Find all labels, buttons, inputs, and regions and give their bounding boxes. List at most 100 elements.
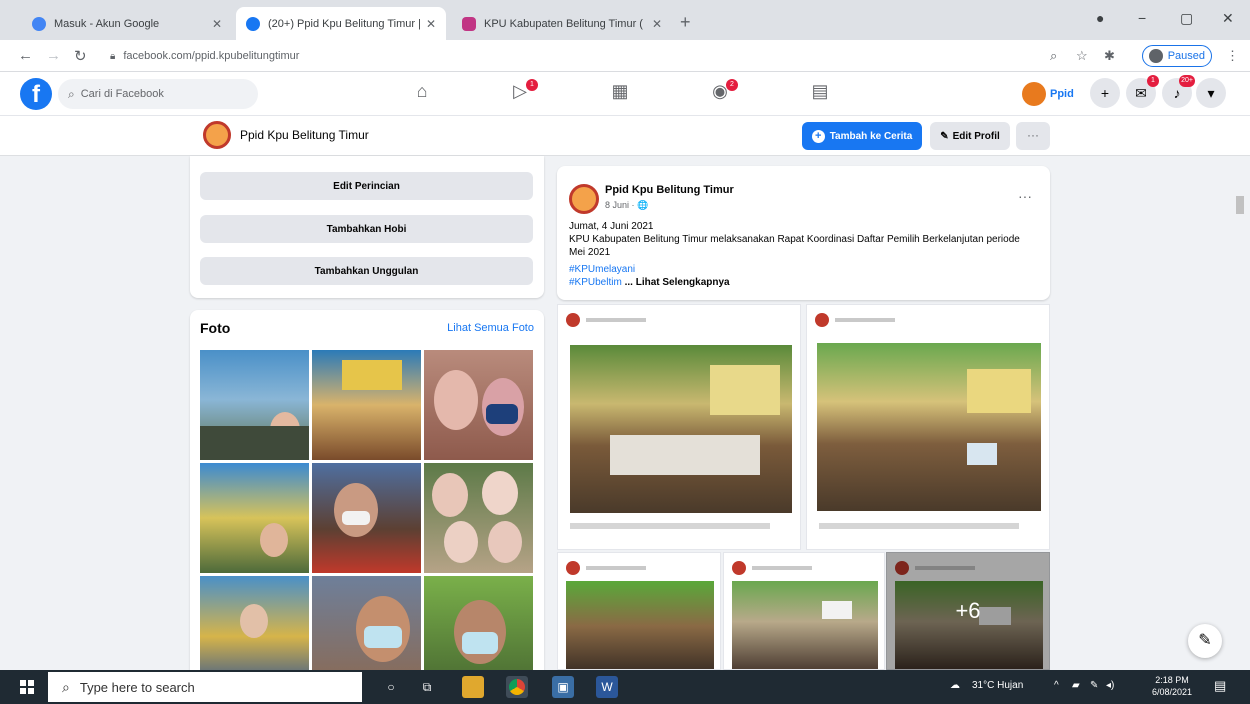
hashtag-link[interactable]: #KPUbeltim	[569, 277, 622, 288]
add-hobbies-button[interactable]: Tambahkan Hobi	[200, 215, 533, 243]
forward-arrow-icon[interactable]: →	[46, 47, 61, 64]
photos-card: Foto Lihat Semua Foto	[190, 310, 544, 686]
edit-profile-button[interactable]: ✎ Edit Profil	[930, 122, 1010, 150]
instagram-favicon-icon	[462, 16, 476, 31]
bookmark-star-icon[interactable]: ☆	[1076, 48, 1088, 64]
photo-thumbnail[interactable]	[312, 350, 421, 460]
close-window-button[interactable]: ✕	[1222, 10, 1234, 27]
new-message-compose-icon[interactable]: ✎	[1188, 624, 1222, 658]
edit-details-button[interactable]: Edit Perincian	[200, 172, 533, 200]
kpu-logo-icon	[732, 561, 746, 575]
reload-icon[interactable]: ↻	[74, 47, 87, 65]
post-author-name[interactable]: Ppid Kpu Belitung Timur	[605, 184, 734, 196]
photos-heading: Foto	[200, 320, 231, 336]
profile-paused-chip[interactable]: Paused	[1142, 45, 1212, 67]
page-name[interactable]: Ppid Kpu Belitung Timur	[240, 128, 369, 142]
extensions-puzzle-icon[interactable]: ✱	[1104, 48, 1115, 64]
chrome-account-icon[interactable]: ●	[1096, 10, 1104, 26]
messenger-button[interactable]: ✉ 1	[1126, 75, 1159, 108]
clock[interactable]: 2:18 PM 6/08/2021	[1140, 674, 1204, 698]
more-photos-overlay[interactable]: +6	[886, 552, 1050, 670]
cortana-circle-icon[interactable]: ○	[380, 676, 402, 698]
tab-title: Masuk - Akun Google	[54, 17, 160, 30]
maximize-button[interactable]: ▢	[1180, 10, 1193, 27]
post-options-icon[interactable]: ···	[1018, 188, 1032, 204]
photos-app-icon[interactable]: ▣	[552, 676, 574, 698]
file-explorer-icon[interactable]	[462, 676, 484, 698]
photo-thumbnail[interactable]	[200, 350, 309, 460]
new-tab-button[interactable]: +	[680, 12, 691, 33]
groups-nav-icon[interactable]: ◉ 2	[706, 79, 738, 107]
taskbar-search-input[interactable]: ⌕ Type here to search	[48, 672, 362, 702]
post-body: Jumat, 4 Juni 2021 KPU Kabupaten Belitun…	[569, 220, 1024, 289]
facebook-logo-icon[interactable]: f	[20, 78, 52, 110]
see-more-link[interactable]: ... Lihat Selengkapnya	[625, 277, 730, 288]
post-photo[interactable]	[723, 552, 885, 670]
watch-nav-icon[interactable]: ▷ 1	[506, 79, 538, 107]
facebook-favicon-icon	[246, 16, 260, 31]
marketplace-nav-icon[interactable]: ▦	[606, 81, 634, 107]
google-favicon-icon	[32, 16, 46, 31]
browser-tab-google[interactable]: Masuk - Akun Google ✕	[22, 7, 232, 40]
see-all-photos-link[interactable]: Lihat Semua Foto	[447, 322, 534, 334]
gaming-nav-icon[interactable]: ▤	[806, 81, 834, 107]
photo-thumbnail[interactable]	[424, 350, 533, 460]
add-to-story-button[interactable]: + Tambah ke Cerita	[802, 122, 922, 150]
volume-icon[interactable]: ◂)	[1106, 680, 1114, 691]
messenger-badge: 1	[1147, 75, 1159, 87]
kpu-logo-icon	[566, 561, 580, 575]
page-avatar[interactable]	[203, 121, 231, 149]
post-author-avatar[interactable]	[569, 184, 599, 214]
notifications-center-icon[interactable]: ▤	[1214, 678, 1226, 694]
account-menu-chevron-icon[interactable]: ▾	[1196, 78, 1226, 108]
weather-text[interactable]: 31°C Hujan	[972, 680, 1023, 691]
more-options-button[interactable]: ···	[1016, 122, 1050, 150]
close-tab-icon[interactable]: ✕	[212, 17, 222, 31]
browser-tab-strip: Masuk - Akun Google ✕ (20+) Ppid Kpu Bel…	[0, 0, 1250, 40]
plus-icon: +	[811, 129, 825, 143]
chrome-menu-icon[interactable]: ⋮	[1226, 48, 1239, 64]
kpu-logo-icon	[566, 313, 580, 327]
photo-thumbnail[interactable]	[424, 463, 533, 573]
photo-thumbnail[interactable]	[312, 463, 421, 573]
photo-thumbnail[interactable]	[200, 463, 309, 573]
weather-icon[interactable]: ☁	[950, 680, 960, 691]
close-tab-icon[interactable]: ✕	[426, 17, 436, 31]
notifications-badge: 20+	[1179, 75, 1195, 87]
notifications-bell-button[interactable]: ♪ 20+	[1162, 75, 1195, 108]
page-scrollbar-thumb[interactable]	[1236, 196, 1244, 214]
kpu-logo-icon	[815, 313, 829, 327]
profile-shortcut[interactable]: Ppid	[1022, 80, 1074, 108]
pencil-icon: ✎	[940, 130, 949, 142]
network-icon[interactable]: ▰	[1072, 680, 1080, 691]
profile-avatar	[1149, 49, 1163, 63]
word-app-icon[interactable]: W	[596, 676, 618, 698]
intro-card: Edit Perincian Tambahkan Hobi Tambahkan …	[190, 156, 544, 298]
facebook-search-input[interactable]: ⌕ Cari di Facebook	[58, 79, 258, 109]
post-photo[interactable]	[557, 552, 721, 670]
hashtag-link[interactable]: #KPUmelayani	[569, 263, 1024, 276]
close-tab-icon[interactable]: ✕	[652, 17, 662, 31]
zoom-icon[interactable]: ⌕	[1050, 48, 1057, 64]
facebook-top-nav: f ⌕ Cari di Facebook ⌂ ▷ 1 ▦ ◉ 2 ▤ Ppid + …	[0, 72, 1250, 116]
chrome-taskbar-icon[interactable]	[506, 676, 528, 698]
search-icon: ⌕	[62, 678, 70, 695]
browser-tab-facebook[interactable]: (20+) Ppid Kpu Belitung Timur | F ✕	[236, 7, 446, 40]
url-field[interactable]: 🔒︎ facebook.com/ppid.kpubelitungtimur	[110, 45, 1045, 67]
windows-start-icon[interactable]	[20, 680, 34, 694]
post-photo[interactable]	[557, 304, 801, 550]
task-view-icon[interactable]: ⧉	[416, 676, 438, 698]
tray-chevron-icon[interactable]: ^	[1054, 680, 1059, 691]
add-featured-button[interactable]: Tambahkan Unggulan	[200, 257, 533, 285]
home-nav-icon[interactable]: ⌂	[408, 81, 436, 107]
windows-taskbar: ⌕ Type here to search ○ ⧉ ▣ W ☁ 31°C Huj…	[0, 670, 1250, 704]
pen-icon[interactable]: ✎	[1090, 680, 1098, 691]
back-arrow-icon[interactable]: ←	[18, 47, 33, 64]
minimize-button[interactable]: −	[1138, 10, 1146, 26]
tab-title: (20+) Ppid Kpu Belitung Timur | F	[268, 17, 420, 30]
browser-tab-instagram[interactable]: KPU Kabupaten Belitung Timur ( ✕	[452, 7, 672, 40]
create-plus-button[interactable]: +	[1090, 78, 1120, 108]
post-card: Ppid Kpu Belitung Timur 8 Juni · 🌐 ··· J…	[557, 166, 1050, 300]
post-photo[interactable]	[806, 304, 1050, 550]
post-timestamp[interactable]: 8 Juni · 🌐	[605, 200, 648, 211]
